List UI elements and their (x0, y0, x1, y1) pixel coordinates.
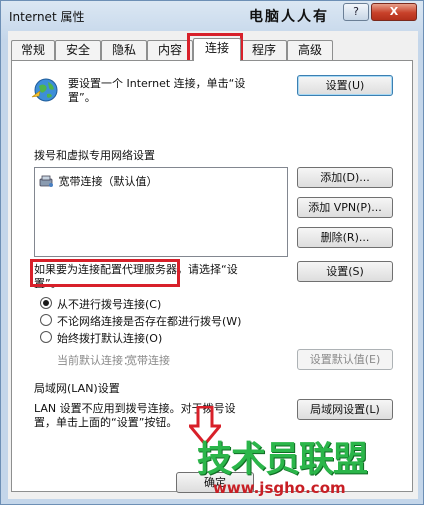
watermark-top-text: 电脑人人有 (249, 9, 329, 25)
radio-never-dial[interactable] (40, 297, 52, 309)
tab-connections[interactable]: 连接 (193, 38, 241, 61)
radio-dial-without-network-label[interactable]: 不论网络连接是否存在都进行拨号(W) (57, 313, 241, 329)
setup-description-line2: 置”。 (68, 91, 96, 104)
current-default-value: 宽带连接 (126, 354, 170, 367)
tab-advanced[interactable]: 高级 (287, 40, 333, 60)
dialup-connection-name: 宽带连接（默认值） (58, 175, 158, 188)
watermark-url: www.jsgho.com (213, 479, 346, 497)
remove-connection-button[interactable]: 删除(R)... (297, 227, 393, 248)
radio-never-dial-label[interactable]: 从不进行拨号连接(C) (57, 296, 161, 312)
tab-programs[interactable]: 程序 (241, 40, 287, 60)
add-connection-button[interactable]: 添加(D)... (297, 167, 393, 188)
internet-globe-icon (30, 75, 60, 105)
tab-general[interactable]: 常规 (11, 40, 55, 60)
tab-strip: 常规 安全 隐私 内容 连接 程序 高级 (11, 38, 411, 61)
proxy-description-line1: 如果要为连接配置代理服务器，请选择“设 (34, 263, 238, 276)
help-button[interactable]: ? (343, 3, 369, 21)
tab-content[interactable]: 内容 (147, 40, 193, 60)
dialup-settings-button[interactable]: 设置(S) (297, 261, 393, 282)
tab-security[interactable]: 安全 (55, 40, 101, 60)
lan-description-line2: 置，单击上面的“设置”按钮。 (34, 416, 178, 429)
window-title: Internet 属性 (9, 10, 85, 24)
add-vpn-button[interactable]: 添加 VPN(P)... (297, 197, 393, 218)
radio-dial-without-network[interactable] (40, 314, 52, 326)
set-default-button[interactable]: 设置默认值(E) (297, 349, 393, 370)
tab-privacy[interactable]: 隐私 (101, 40, 147, 60)
close-button[interactable]: X (371, 3, 417, 21)
watermark-brand: 技术员联盟 (197, 440, 368, 480)
list-item[interactable]: 宽带连接（默认值） (39, 173, 158, 189)
current-default-label: 当前默认连接： (57, 354, 134, 367)
radio-always-dial-label[interactable]: 始终拨打默认连接(O) (57, 330, 162, 346)
lan-settings-button[interactable]: 局域网设置(L) (297, 399, 393, 420)
dialup-connections-list[interactable]: 宽带连接（默认值） (34, 167, 288, 257)
internet-options-window: Internet 属性 电脑人人有 ? X 常规 安全 隐私 内容 连接 程序 … (0, 0, 424, 505)
setup-button[interactable]: 设置(U) (297, 75, 393, 96)
dialup-connection-icon (39, 174, 55, 188)
lan-section-label: 局域网(LAN)设置 (34, 382, 120, 395)
proxy-description-line2: 置”。 (34, 277, 62, 290)
dialup-section-label: 拨号和虚拟专用网络设置 (34, 149, 155, 162)
radio-always-dial[interactable] (40, 331, 52, 343)
title-bar[interactable]: Internet 属性 电脑人人有 ? X (1, 1, 423, 31)
